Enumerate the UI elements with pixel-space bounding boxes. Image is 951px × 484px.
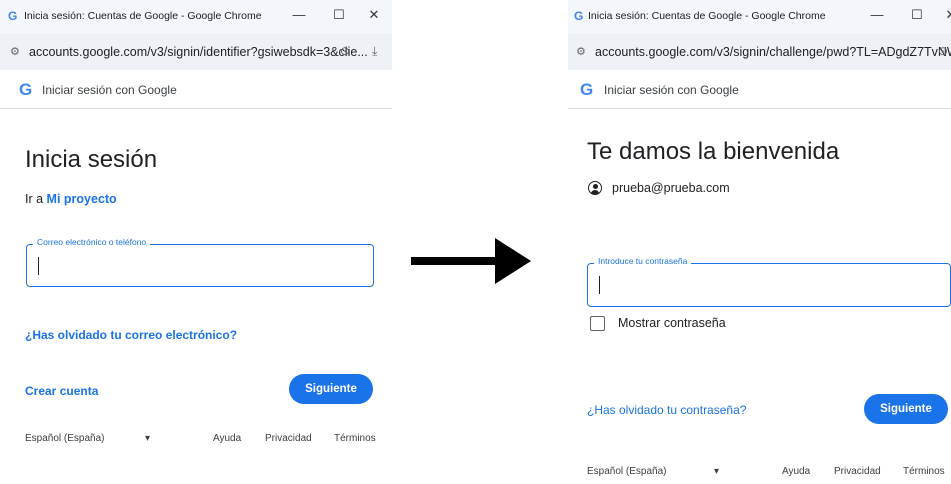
browser-window-identifier: G Inicia sesión: Cuentas de Google - Goo… <box>0 0 392 484</box>
forgot-email-link[interactable]: ¿Has olvidado tu correo electrónico? <box>25 328 237 342</box>
language-selector[interactable]: Español (España) <box>587 466 667 477</box>
address-bar[interactable]: ⚙ accounts.google.com/v3/signin/challeng… <box>568 34 951 71</box>
google-signin-header: G Iniciar sesión con Google <box>0 70 392 109</box>
window-title: Inicia sesión: Cuentas de Google - Googl… <box>24 10 262 22</box>
site-settings-icon[interactable]: ⚙ <box>10 45 20 58</box>
help-link[interactable]: Ayuda <box>782 466 810 477</box>
signin-card: Te damos la bienvenida prueba@prueba.com… <box>576 110 951 484</box>
help-link[interactable]: Ayuda <box>213 433 241 444</box>
signin-card: Inicia sesión Ir a Mi proyecto Correo el… <box>9 110 383 484</box>
account-circle-icon <box>588 181 602 195</box>
forgot-password-link[interactable]: ¿Has olvidado tu contraseña? <box>587 403 746 417</box>
address-bar[interactable]: ⚙ accounts.google.com/v3/signin/identifi… <box>0 34 392 71</box>
terms-link[interactable]: Términos <box>903 466 945 477</box>
header-label: Iniciar sesión con Google <box>604 83 739 97</box>
project-link[interactable]: Mi proyecto <box>47 192 117 206</box>
page-title: Inicia sesión <box>25 146 158 173</box>
transition-arrow-icon <box>411 238 531 284</box>
url-text[interactable]: accounts.google.com/v3/signin/identifier… <box>29 45 368 59</box>
password-field-label: Introduce tu contraseña <box>594 256 692 266</box>
google-favicon-icon: G <box>8 9 18 23</box>
account-email[interactable]: prueba@prueba.com <box>612 181 730 195</box>
minimize-icon[interactable]: — <box>286 4 312 26</box>
create-account-link[interactable]: Crear cuenta <box>25 384 98 398</box>
google-logo-icon: G <box>19 80 33 99</box>
google-signin-header: G Iniciar sesión con Google <box>568 70 951 109</box>
header-label: Iniciar sesión con Google <box>42 83 177 97</box>
title-bar: G Inicia sesión: Cuentas de Google - Goo… <box>568 0 951 34</box>
next-button[interactable]: Siguiente <box>289 374 373 404</box>
next-button[interactable]: Siguiente <box>864 394 948 424</box>
url-text[interactable]: accounts.google.com/v3/signin/challenge/… <box>595 45 951 59</box>
terms-link[interactable]: Términos <box>334 433 376 444</box>
password-field[interactable]: Introduce tu contraseña <box>587 256 951 307</box>
google-logo-icon: G <box>580 80 594 99</box>
privacy-link[interactable]: Privacidad <box>834 466 881 477</box>
close-icon[interactable]: ✕ <box>361 4 387 26</box>
chevron-down-icon[interactable]: ▾ <box>145 433 150 444</box>
maximize-icon[interactable]: ☐ <box>326 4 352 26</box>
maximize-icon[interactable]: ☐ <box>904 4 930 26</box>
minimize-icon[interactable]: — <box>864 4 890 26</box>
text-caret <box>599 276 600 294</box>
language-selector[interactable]: Español (España) <box>25 433 105 444</box>
close-icon[interactable]: ✕ <box>938 4 951 26</box>
google-favicon-icon: G <box>574 9 584 23</box>
show-password-checkbox[interactable] <box>590 316 605 331</box>
email-field[interactable]: Correo electrónico o teléfono <box>26 237 374 287</box>
download-icon[interactable]: ⤓ <box>372 44 377 59</box>
password-key-icon[interactable]: ⊙ <box>938 44 948 58</box>
text-caret <box>38 257 39 275</box>
browser-window-password: G Inicia sesión: Cuentas de Google - Goo… <box>568 0 951 484</box>
email-field-label: Correo electrónico o teléfono <box>33 237 151 247</box>
site-settings-icon[interactable]: ⚙ <box>576 45 586 58</box>
privacy-link[interactable]: Privacidad <box>265 433 312 444</box>
chevron-down-icon[interactable]: ▾ <box>714 466 719 477</box>
show-password-label[interactable]: Mostrar contraseña <box>618 316 726 330</box>
page-title: Te damos la bienvenida <box>587 138 840 165</box>
password-key-icon[interactable]: ⊙ <box>340 44 350 58</box>
project-line: Ir a Mi proyecto <box>25 192 117 206</box>
project-prefix: Ir a <box>25 192 47 206</box>
title-bar: G Inicia sesión: Cuentas de Google - Goo… <box>0 0 392 34</box>
window-title: Inicia sesión: Cuentas de Google - Googl… <box>588 10 826 22</box>
